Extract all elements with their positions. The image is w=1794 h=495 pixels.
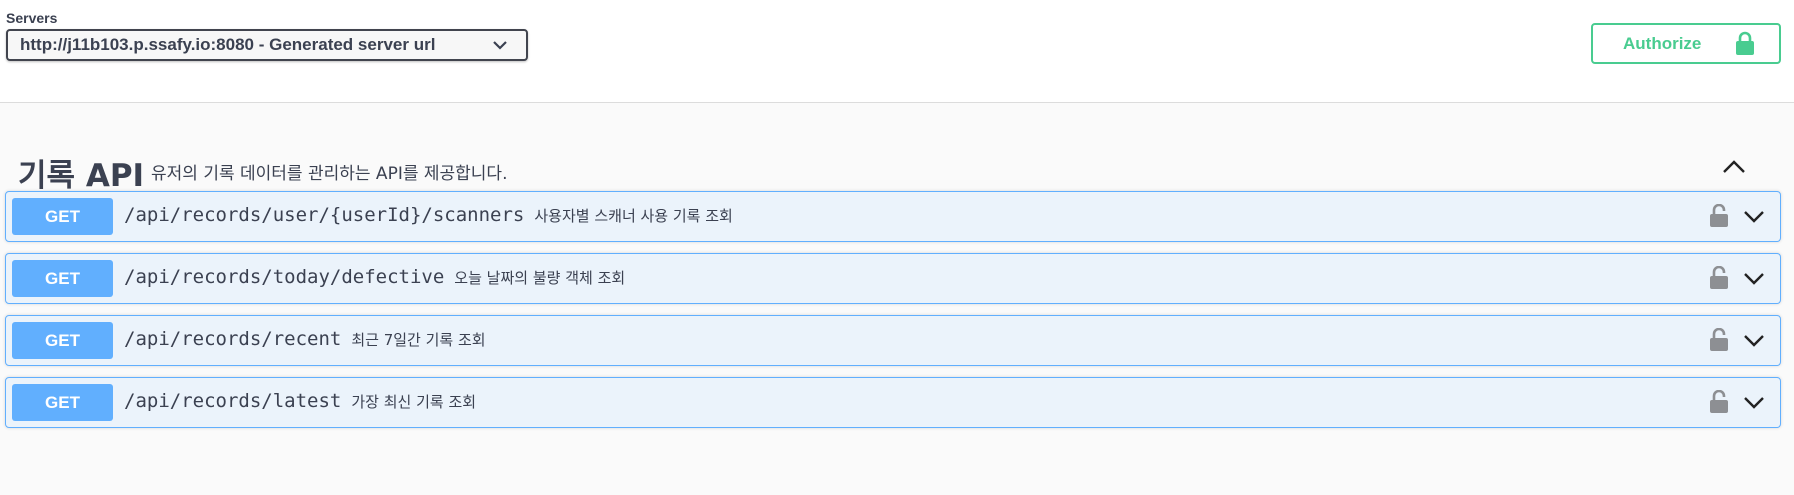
operation-path: /api/records/user/{userId}/scanners 사용자별 … bbox=[124, 204, 733, 226]
server-select-value: http://j11b103.p.ssafy.io:8080 - Generat… bbox=[20, 35, 436, 54]
authorize-label: Authorize bbox=[1623, 34, 1702, 53]
operation-path: /api/records/latest 가장 최신 기록 조회 bbox=[124, 390, 476, 412]
tag-title: 기록 API bbox=[18, 158, 145, 194]
chevron-down-icon bbox=[493, 41, 507, 50]
operation-path: /api/records/today/defective 오늘 날짜의 불량 객체… bbox=[124, 266, 625, 288]
operation-path-text: /api/records/recent bbox=[124, 328, 342, 350]
operation-summary: 가장 최신 기록 조회 bbox=[351, 393, 477, 411]
server-select[interactable]: http://j11b103.p.ssafy.io:8080 - Generat… bbox=[6, 29, 528, 61]
chevron-down-icon[interactable] bbox=[1742, 270, 1766, 286]
operation-row[interactable]: GET /api/records/latest 가장 최신 기록 조회 bbox=[5, 377, 1781, 428]
operation-path: /api/records/recent 최근 7일간 기록 조회 bbox=[124, 328, 486, 350]
unlock-icon[interactable] bbox=[1709, 390, 1729, 414]
chevron-down-icon[interactable] bbox=[1742, 208, 1766, 224]
records-tag-section: 기록 API 유저의 기록 데이터를 관리하는 API를 제공합니다. GET … bbox=[0, 103, 1794, 495]
method-badge: GET bbox=[12, 322, 113, 359]
chevron-up-icon[interactable] bbox=[1721, 156, 1747, 178]
authorize-button[interactable]: Authorize bbox=[1591, 23, 1781, 64]
method-badge: GET bbox=[12, 260, 113, 297]
operation-path-text: /api/records/latest bbox=[124, 390, 342, 412]
method-badge: GET bbox=[12, 384, 113, 421]
unlock-icon[interactable] bbox=[1709, 266, 1729, 290]
operation-summary: 사용자별 스캐너 사용 기록 조회 bbox=[534, 207, 733, 225]
operation-path-text: /api/records/today/defective bbox=[124, 266, 445, 288]
lock-icon bbox=[1736, 31, 1754, 55]
top-bar: Servers http://j11b103.p.ssafy.io:8080 -… bbox=[0, 0, 1794, 103]
operation-row[interactable]: GET /api/records/recent 최근 7일간 기록 조회 bbox=[5, 315, 1781, 366]
operation-summary: 최근 7일간 기록 조회 bbox=[351, 331, 486, 349]
unlock-icon[interactable] bbox=[1709, 328, 1729, 352]
operation-row[interactable]: GET /api/records/today/defective 오늘 날짜의 불… bbox=[5, 253, 1781, 304]
operation-summary: 오늘 날짜의 불량 객체 조회 bbox=[454, 269, 626, 287]
operation-row[interactable]: GET /api/records/user/{userId}/scanners 사… bbox=[5, 191, 1781, 242]
chevron-down-icon[interactable] bbox=[1742, 394, 1766, 410]
method-badge: GET bbox=[12, 198, 113, 235]
tag-description: 유저의 기록 데이터를 관리하는 API를 제공합니다. bbox=[151, 164, 508, 184]
unlock-icon[interactable] bbox=[1709, 204, 1729, 228]
servers-label: Servers bbox=[6, 10, 58, 26]
operation-path-text: /api/records/user/{userId}/scanners bbox=[124, 204, 525, 226]
chevron-down-icon[interactable] bbox=[1742, 332, 1766, 348]
